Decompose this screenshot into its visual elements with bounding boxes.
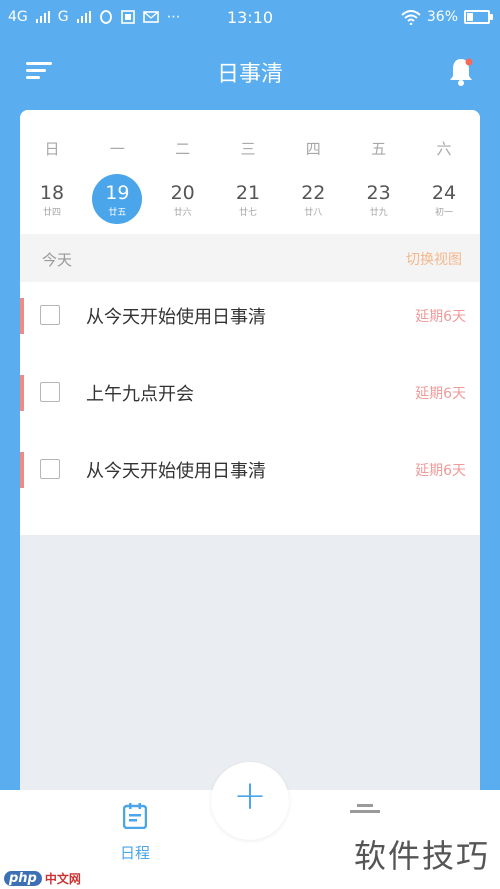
date-number: 18 — [39, 182, 65, 204]
date-cell[interactable]: 20 廿六 — [159, 174, 207, 226]
task-checkbox[interactable] — [40, 305, 60, 325]
tab-schedule-label: 日程 — [119, 844, 150, 862]
battery-icon — [464, 10, 493, 24]
date-cell[interactable]: 21 廿七 — [224, 174, 272, 226]
task-checkbox[interactable] — [40, 382, 60, 402]
lunar-date: 初一 — [434, 208, 453, 218]
task-item[interactable]: 上午九点开会 延期6天 — [20, 375, 480, 452]
lunar-date: 廿五 — [108, 208, 127, 218]
overdue-marker — [20, 298, 24, 334]
task-title: 从今天开始使用日事清 — [86, 461, 266, 482]
task-item[interactable]: 从今天开始使用日事清 延期6天 — [20, 298, 480, 375]
status-right: 36% — [401, 9, 493, 25]
battery-percent: 36% — [426, 9, 458, 25]
date-number: 20 — [170, 182, 195, 204]
main-card: 日 一 二 三 四 五 六 18 廿四 19 廿五 20 廿六 21 廿七 22 廿八 2… — [20, 110, 480, 800]
watermark-php: php — [4, 870, 42, 886]
date-number: 23 — [366, 182, 391, 204]
date-cell[interactable]: 24 初一 — [420, 174, 468, 226]
week-calendar: 日 一 二 三 四 五 六 18 廿四 19 廿五 20 廿六 21 廿七 22 廿八 2… — [20, 110, 480, 234]
weekday-wed: 三 — [240, 140, 256, 158]
task-postpone-status: 延期6天 — [415, 463, 466, 479]
task-title: 上午九点开会 — [86, 384, 194, 405]
status-bar: 4G G ⋯ 13:10 36% — [0, 0, 500, 36]
weekday-fri: 五 — [371, 140, 387, 158]
date-number: 22 — [301, 182, 326, 204]
date-row: 18 廿四 19 廿五 20 廿六 21 廿七 22 廿八 23 廿九 24 初一 — [20, 174, 480, 226]
today-bar: 今天 切换视图 — [20, 234, 480, 282]
weekday-header: 日 一 二 三 四 五 六 — [20, 138, 480, 159]
task-title: 从今天开始使用日事清 — [86, 307, 266, 328]
watermark-logo: php 中文网 — [0, 867, 87, 889]
tab-schedule[interactable]: 日程 — [100, 800, 170, 870]
date-number: 19 — [105, 182, 130, 204]
weekday-sun: 日 — [44, 140, 60, 158]
overdue-marker — [20, 375, 24, 411]
calendar-icon — [123, 803, 147, 829]
today-label: 今天 — [42, 251, 73, 269]
date-cell[interactable]: 22 廿八 — [289, 174, 337, 226]
date-number: 21 — [235, 182, 261, 204]
tab-other-icon[interactable] — [345, 800, 385, 820]
date-cell[interactable]: 18 廿四 — [28, 174, 76, 226]
wifi-icon — [401, 9, 421, 25]
task-list: 从今天开始使用日事清 延期6天 上午九点开会 延期6天 从今天开始使用日事清 延… — [20, 282, 480, 535]
add-task-button[interactable]: + — [211, 762, 289, 840]
switch-view-button[interactable]: 切换视图 — [406, 249, 462, 269]
task-postpone-status: 延期6天 — [415, 309, 466, 325]
app-bar: 日事清 — [0, 40, 500, 104]
app-title: 日事清 — [216, 62, 283, 87]
lunar-date: 廿八 — [304, 208, 323, 218]
lunar-date: 廿四 — [42, 208, 61, 218]
watermark-text: 软件技巧 — [351, 831, 492, 877]
plus-icon: + — [233, 773, 267, 819]
task-checkbox[interactable] — [40, 459, 60, 479]
watermark-site: 中文网 — [44, 871, 81, 886]
lunar-date: 廿七 — [238, 208, 257, 218]
task-item[interactable]: 从今天开始使用日事清 延期6天 — [20, 452, 480, 529]
bell-icon[interactable] — [448, 56, 474, 86]
weekday-mon: 一 — [109, 140, 125, 158]
date-cell[interactable]: 23 廿九 — [355, 174, 403, 226]
weekday-thu: 四 — [305, 140, 321, 158]
lunar-date: 廿六 — [173, 208, 192, 218]
task-postpone-status: 延期6天 — [415, 386, 466, 402]
lunar-date: 廿九 — [369, 208, 388, 218]
weekday-tue: 二 — [175, 140, 191, 158]
weekday-sat: 六 — [436, 140, 452, 158]
overdue-marker — [20, 452, 24, 488]
date-number: 24 — [431, 182, 457, 204]
date-cell-selected[interactable]: 19 廿五 — [92, 174, 143, 226]
battery-level — [467, 13, 474, 21]
